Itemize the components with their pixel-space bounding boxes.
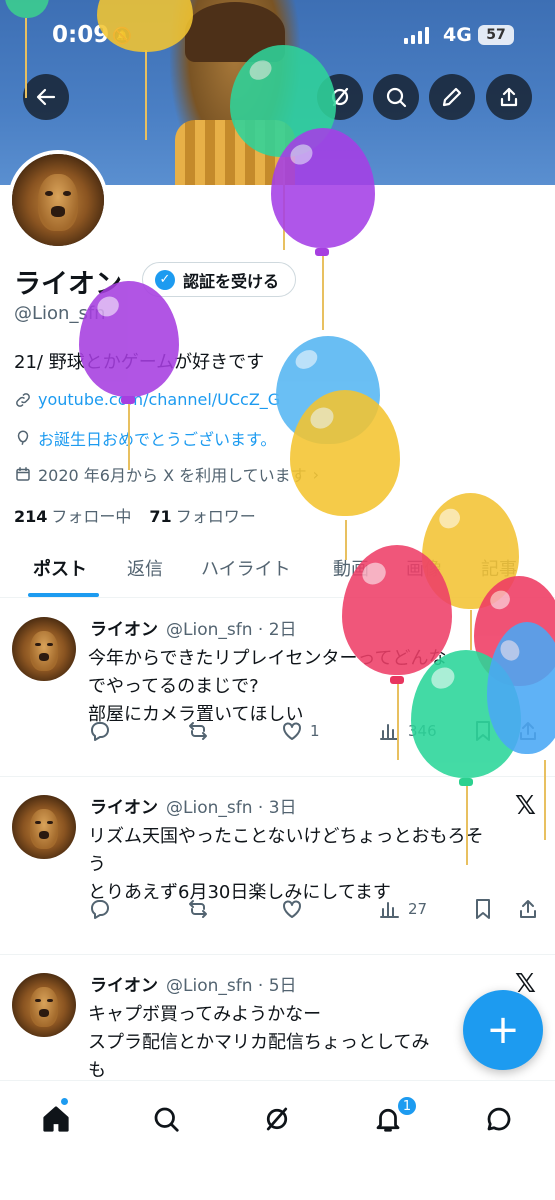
link-icon (16, 392, 30, 407)
balloon (271, 128, 375, 248)
joined-text: 2020 年6月から X を利用しています (38, 466, 307, 485)
heart-icon (283, 722, 301, 740)
home-icon (43, 1106, 69, 1132)
post-author: ライオン (90, 976, 158, 996)
post-avatar[interactable] (12, 617, 76, 681)
repost-icon (189, 722, 207, 740)
share-icon (500, 87, 518, 107)
view-count: 27 (408, 900, 428, 918)
home-unread-dot (60, 1097, 69, 1106)
post-header: ライオン @Lion_sfn · 2日 (90, 615, 297, 640)
compose-post-button[interactable]: + (463, 990, 543, 1070)
nav-messages[interactable] (481, 1101, 517, 1137)
search-icon (154, 1107, 179, 1132)
bookmark-icon (476, 899, 490, 919)
repost-button[interactable] (186, 897, 210, 921)
share-post-button[interactable] (516, 897, 540, 921)
tab-posts[interactable]: ポスト (33, 555, 87, 581)
reply-icon (91, 900, 109, 919)
balloon (79, 281, 179, 397)
lion-avatar-image (12, 617, 76, 681)
message-icon (487, 1107, 511, 1131)
grok-icon (266, 1107, 288, 1131)
followers-label: フォロワー (175, 507, 256, 526)
verified-badge-icon: ✓ (155, 269, 175, 290)
post-header: ライオン @Lion_sfn · 3日 (90, 793, 297, 818)
following-count: 214 (14, 507, 48, 526)
x-logo-icon: 𝕏 (515, 791, 536, 821)
post-meta: @Lion_sfn · 3日 (166, 798, 297, 818)
share-icon (520, 900, 536, 918)
get-verified-button[interactable]: ✓ 認証を受ける (142, 262, 297, 297)
views-button[interactable]: 27 (378, 897, 427, 921)
post-text-line: も (88, 1060, 106, 1077)
like-button[interactable]: 1 (280, 719, 320, 743)
lion-avatar-image (12, 973, 76, 1037)
like-button[interactable] (280, 897, 304, 921)
edit-profile-button[interactable] (429, 74, 475, 120)
post-meta: @Lion_sfn · 2日 (166, 620, 297, 640)
nav-search[interactable] (148, 1101, 184, 1137)
battery-indicator: 57 (478, 25, 514, 45)
lion-avatar-image (12, 795, 76, 859)
tab-highlights[interactable]: ハイライト (201, 555, 291, 581)
nav-grok[interactable] (259, 1101, 295, 1137)
birthday-text: お誕生日おめでとうございます。 (38, 430, 277, 449)
balloon-icon (17, 430, 29, 445)
post-meta: @Lion_sfn · 5日 (166, 976, 297, 996)
bookmark-button[interactable] (471, 897, 495, 921)
lion-avatar-image (12, 154, 104, 246)
like-count: 1 (310, 722, 320, 740)
repost-button[interactable] (186, 719, 210, 743)
following-link[interactable]: 214 フォロー中 (14, 503, 131, 527)
search-button[interactable] (373, 74, 419, 120)
arrow-left-icon (36, 88, 56, 106)
profile-link[interactable]: youtube.com/channel/UCcZ_G (38, 390, 280, 409)
nav-home[interactable] (38, 1101, 74, 1137)
post-text: リズム天国やったことないけどちょっとおもろそ う とりあえず6月30日楽しみにし… (88, 823, 543, 907)
post-avatar[interactable] (12, 795, 76, 859)
post-text-line: リズム天国やったことないけどちょっとおもろそ (88, 826, 484, 847)
post-text-line: う (88, 854, 106, 875)
followers-link[interactable]: 71 フォロワー (149, 503, 255, 527)
following-label: フォロー中 (51, 507, 132, 526)
calendar-icon (16, 467, 30, 481)
pencil-icon (442, 87, 462, 107)
analytics-icon (380, 902, 399, 918)
get-verified-label: 認証を受ける (183, 271, 280, 291)
cellular-signal-icon (404, 27, 429, 44)
joined-row: 2020 年6月から X を利用しています › (14, 462, 319, 486)
share-button[interactable] (486, 74, 532, 120)
post-avatar[interactable] (12, 973, 76, 1037)
tab-replies[interactable]: 返信 (127, 555, 163, 581)
post-item[interactable]: ライオン @Lion_sfn · 3日 𝕏 リズム天国やったことないけどちょっとお… (0, 777, 555, 955)
reply-icon (91, 722, 109, 741)
reply-button[interactable] (88, 897, 112, 921)
post-header: ライオン @Lion_sfn · 5日 (90, 971, 297, 996)
notification-count-badge: 1 (396, 1095, 418, 1117)
search-icon (386, 87, 407, 108)
heart-icon (283, 900, 301, 918)
network-type: 4G (443, 24, 472, 46)
back-button[interactable] (23, 74, 69, 120)
balloon (290, 390, 400, 516)
followers-count: 71 (149, 507, 172, 526)
post-author: ライオン (90, 620, 158, 640)
repost-icon (189, 900, 207, 918)
post-author: ライオン (90, 798, 158, 818)
balloon (342, 545, 452, 675)
birthday-row: お誕生日おめでとうございます。 (14, 426, 276, 450)
active-tab-indicator (28, 593, 99, 597)
reply-button[interactable] (88, 719, 112, 743)
bottom-navigation: 1 (0, 1080, 555, 1200)
follow-stats: 214 フォロー中 71 フォロワー (14, 503, 256, 527)
profile-avatar[interactable] (8, 150, 108, 250)
